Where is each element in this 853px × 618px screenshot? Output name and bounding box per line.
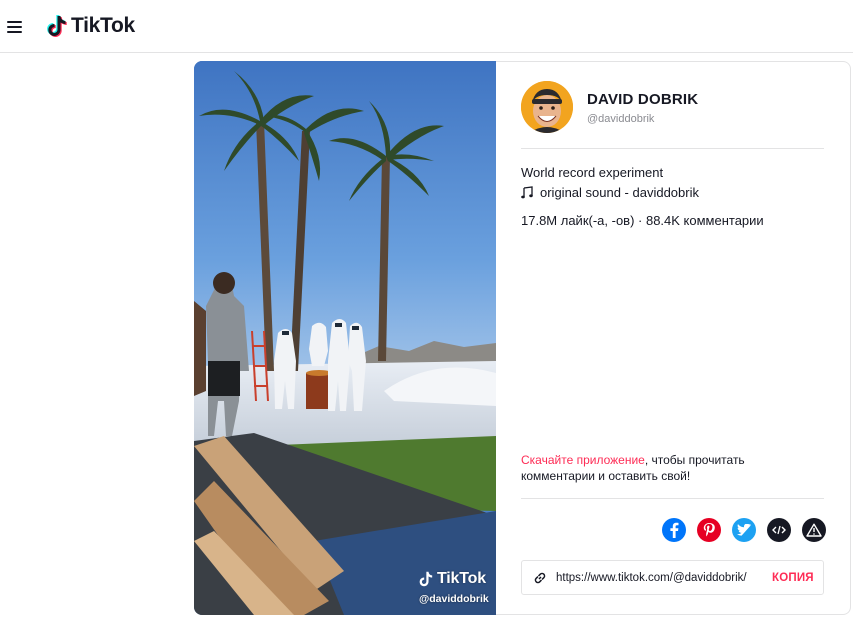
divider <box>521 148 824 149</box>
tiktok-note-icon <box>47 15 67 37</box>
report-icon <box>806 523 822 537</box>
avatar-image <box>521 81 573 133</box>
link-icon <box>534 572 546 583</box>
info-panel: DAVID DOBRIK @daviddobrik World record e… <box>496 61 851 615</box>
top-bar: TikTok <box>0 0 853 53</box>
download-app-link[interactable]: Скачайте приложение <box>521 453 645 467</box>
video-watermark: TikTok @daviddobrik <box>418 570 492 605</box>
watermark-handle: @daviddobrik <box>419 593 489 605</box>
logo-text: TikTok <box>71 14 135 37</box>
embed-icon <box>772 525 786 535</box>
like-comment-stats: 17.8M лайк(-а, -ов) · 88.4K комментарии <box>521 213 764 228</box>
video-caption: World record experiment <box>521 165 664 180</box>
video-frame <box>194 61 496 615</box>
tiktok-watermark-icon <box>419 571 433 587</box>
facebook-icon <box>670 522 679 538</box>
copy-link-button[interactable]: КОПИЯ <box>772 572 814 584</box>
tiktok-logo[interactable]: TikTok <box>46 12 135 40</box>
twitter-share-button[interactable] <box>732 518 756 542</box>
music-link[interactable]: original sound - daviddobrik <box>521 185 699 200</box>
music-title: original sound - daviddobrik <box>540 185 699 200</box>
download-app-prompt: Скачайте приложение, чтобы прочитать ком… <box>521 452 791 484</box>
pinterest-share-button[interactable] <box>697 518 721 542</box>
share-url[interactable]: https://www.tiktok.com/@daviddobrik/ <box>556 572 768 584</box>
share-buttons <box>651 518 826 542</box>
twitter-icon <box>737 524 751 536</box>
avatar[interactable] <box>521 81 573 133</box>
pinterest-icon <box>703 523 715 537</box>
facebook-share-button[interactable] <box>662 518 686 542</box>
hamburger-menu-icon[interactable] <box>6 18 24 34</box>
video-player[interactable]: TikTok @daviddobrik <box>194 61 496 615</box>
divider <box>521 498 824 499</box>
report-button[interactable] <box>802 518 826 542</box>
copy-link-box: https://www.tiktok.com/@daviddobrik/ КОП… <box>521 560 824 595</box>
music-note-icon <box>521 186 533 199</box>
watermark-name: TikTok <box>437 570 486 587</box>
author-name[interactable]: DAVID DOBRIK <box>587 91 698 108</box>
author-handle: @daviddobrik <box>587 113 655 125</box>
embed-button[interactable] <box>767 518 791 542</box>
